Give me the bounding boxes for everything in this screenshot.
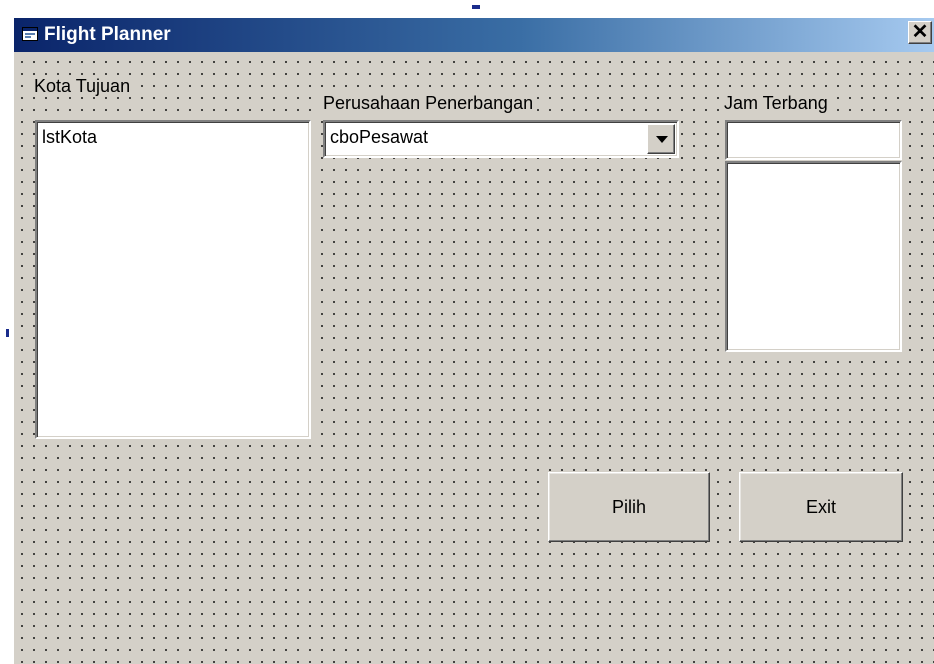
jam-terbang-listbox[interactable] [725, 161, 902, 352]
form-icon [22, 27, 38, 41]
window-title: Flight Planner [44, 24, 171, 45]
left-selection-handle[interactable] [6, 329, 9, 337]
dropdown-arrow-button[interactable] [647, 124, 675, 154]
pilih-button[interactable]: Pilih [548, 472, 710, 542]
top-selection-handle[interactable] [472, 5, 480, 9]
kota-listbox[interactable]: lstKota [35, 120, 311, 439]
jam-terbang-textbox[interactable] [725, 120, 902, 160]
kota-tujuan-label: Kota Tujuan [32, 75, 133, 97]
form-window: Flight Planner ✕ Kota Tujuan Perusahaan … [13, 18, 934, 664]
exit-button[interactable]: Exit [739, 472, 903, 542]
perusahaan-penerbangan-label: Perusahaan Penerbangan [321, 92, 536, 114]
pesawat-combobox[interactable]: cboPesawat [323, 120, 679, 158]
close-icon: ✕ [911, 21, 929, 43]
close-button[interactable]: ✕ [908, 21, 932, 44]
pesawat-combobox-value: cboPesawat [330, 127, 429, 147]
title-bar[interactable]: Flight Planner ✕ [14, 18, 934, 52]
jam-terbang-label: Jam Terbang [722, 92, 830, 114]
kota-list-item[interactable]: lstKota [42, 126, 97, 148]
